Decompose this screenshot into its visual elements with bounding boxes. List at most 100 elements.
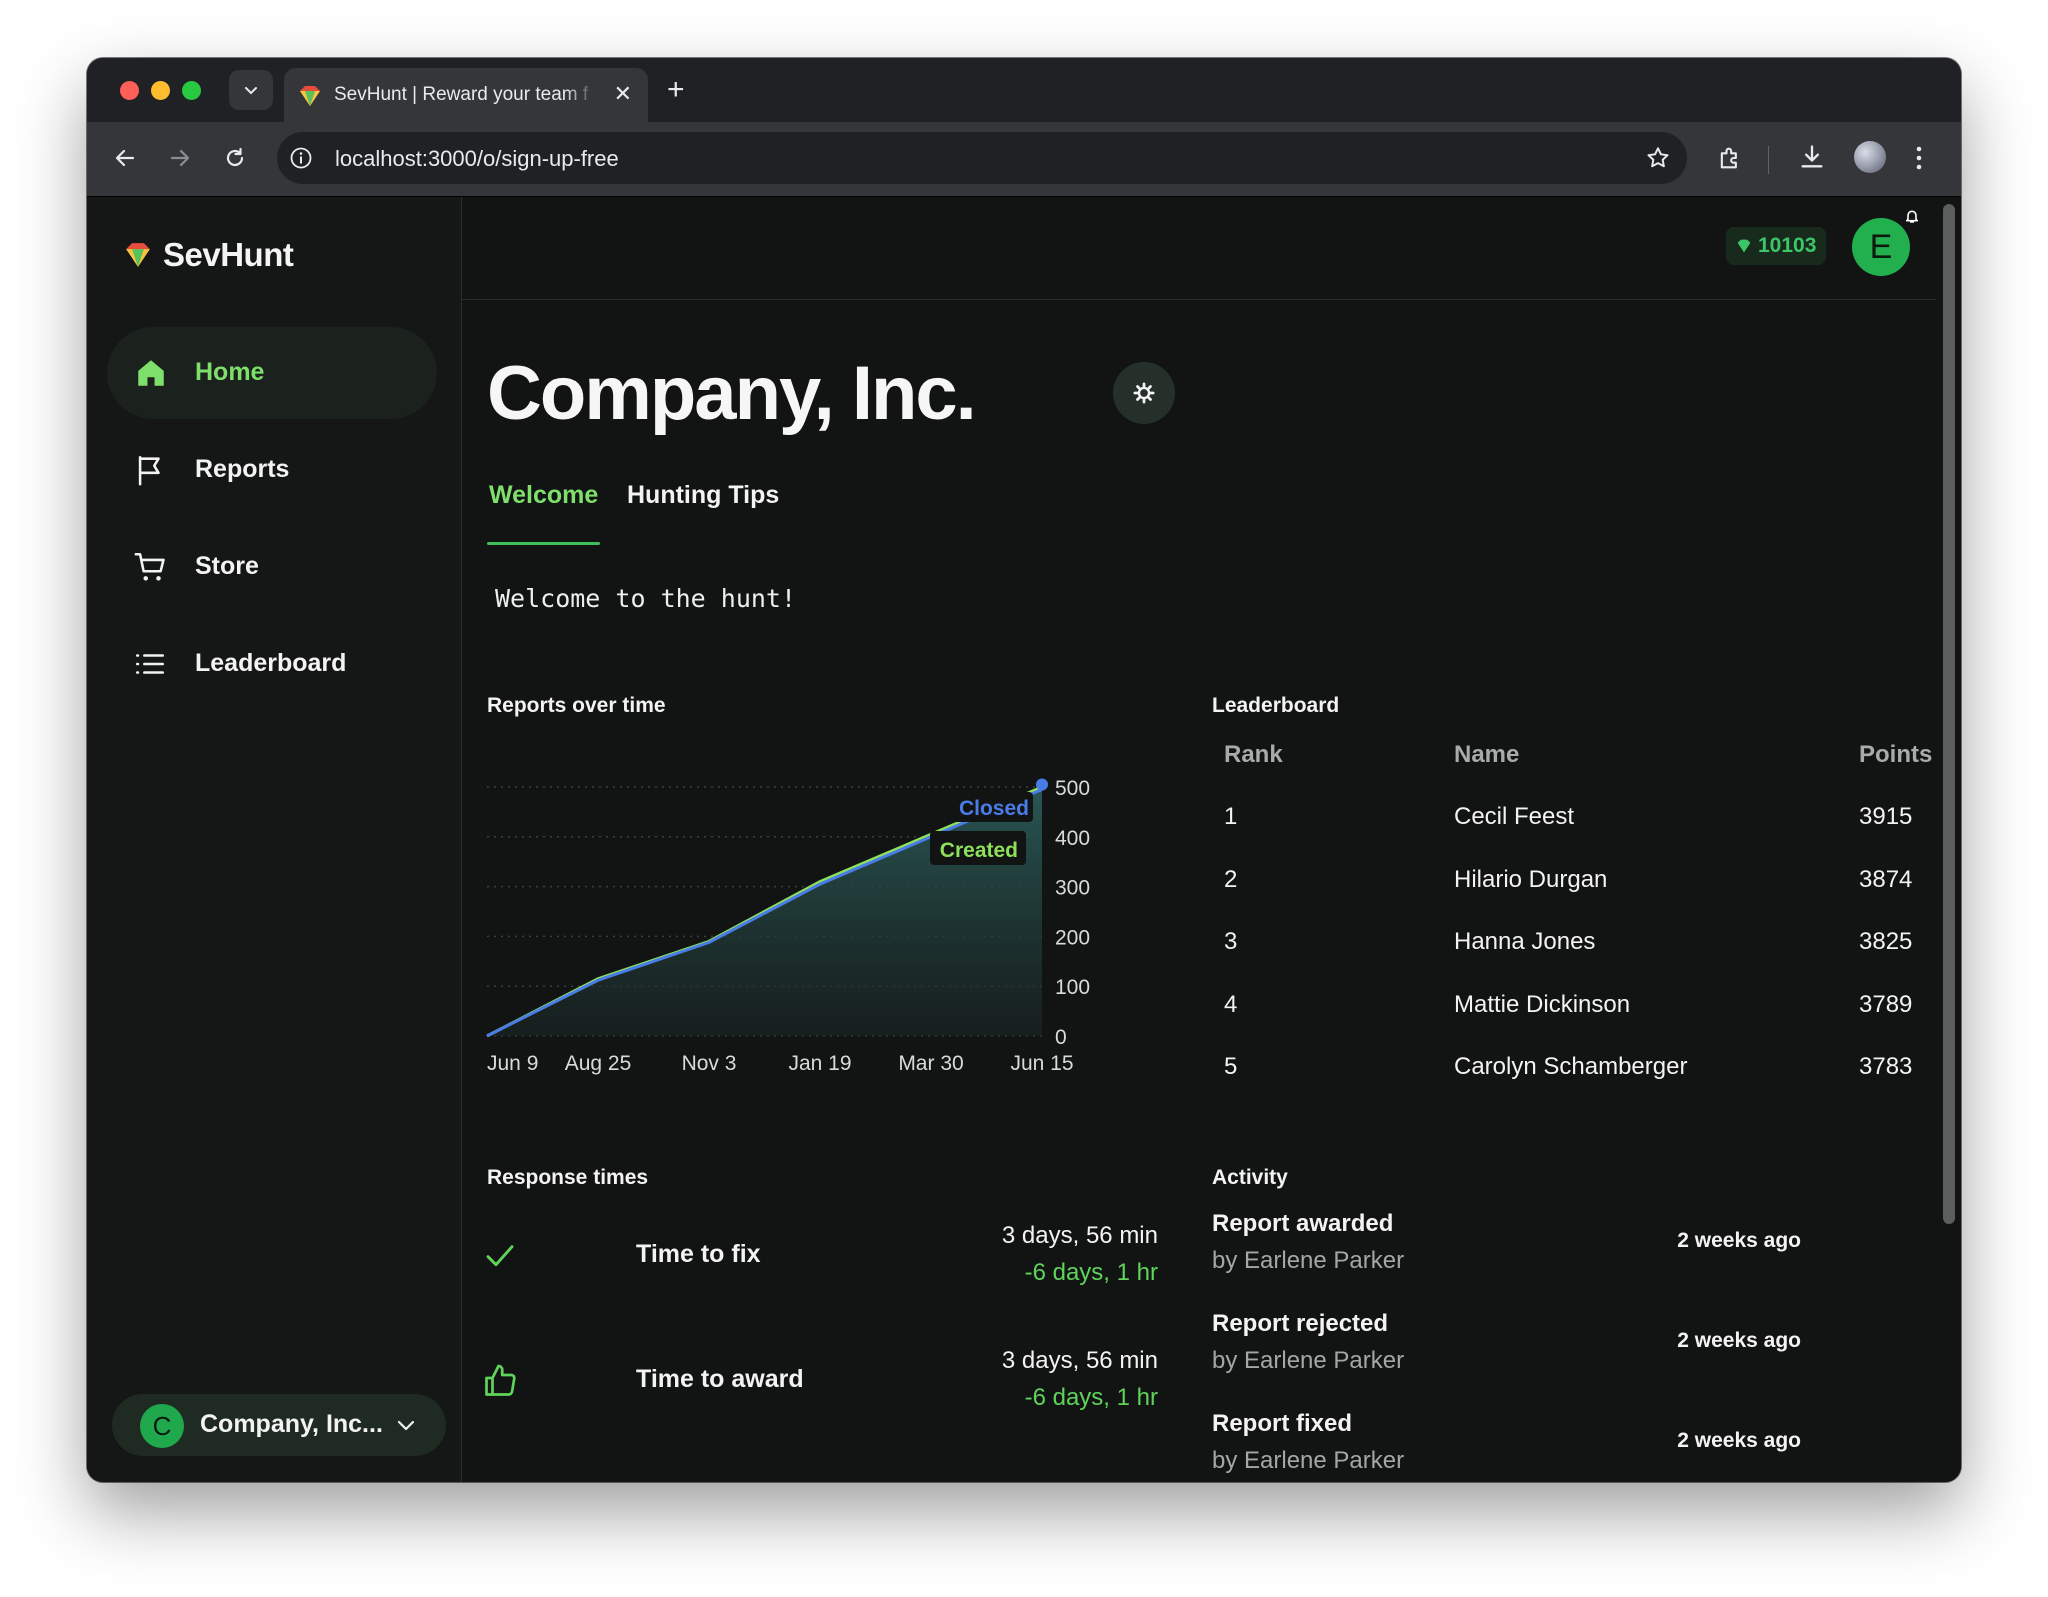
activity-item-title: Report rejected: [1212, 1310, 1389, 1337]
leaderboard-points: 3825: [1859, 928, 1913, 955]
profile-avatar[interactable]: [1854, 141, 1886, 173]
leaderboard-name: Hanna Jones: [1454, 928, 1596, 955]
series-end-point: [1036, 778, 1048, 791]
back-arrow-icon[interactable]: [113, 146, 137, 170]
sidebar-item-store[interactable]: Store: [107, 521, 437, 613]
check-icon: [486, 1245, 514, 1267]
x-tick-label: Aug 25: [565, 1052, 632, 1075]
forward-arrow-icon[interactable]: [168, 146, 192, 170]
browser-tabstrip: SevHunt | Reward your team f ✕ +: [87, 58, 1961, 122]
brand-logo[interactable]: SevHunt: [123, 236, 294, 274]
activity-item-time: 2 weeks ago: [1677, 1429, 1801, 1452]
leaderboard-name: Mattie Dickinson: [1454, 991, 1631, 1018]
leaderboard-rank: 3: [1224, 928, 1238, 955]
x-tick-label: Mar 30: [898, 1052, 963, 1075]
response-time-value: 3 days, 56 min: [1001, 1347, 1158, 1374]
flag-icon: [138, 455, 160, 486]
sidebar-item-label: Store: [195, 552, 259, 580]
org-switcher[interactable]: C Company, Inc...: [112, 1394, 446, 1456]
browser-tab[interactable]: SevHunt | Reward your team f ✕: [284, 68, 648, 122]
more-menu-icon[interactable]: [1915, 145, 1923, 171]
sidebar-item-home[interactable]: Home: [107, 327, 437, 419]
scrollbar-thumb[interactable]: [1943, 204, 1955, 1224]
sidebar-item-reports[interactable]: Reports: [107, 424, 437, 516]
maximize-window-button[interactable]: [182, 81, 201, 100]
leaderboard-points: 3783: [1859, 1053, 1913, 1080]
series-label-closed: Closed: [959, 797, 1029, 820]
address-bar[interactable]: localhost:3000/o/sign-up-free: [277, 132, 1687, 184]
response-time-delta: -6 days, 1 hr: [1024, 1259, 1158, 1286]
x-tick-label: Jan 19: [788, 1052, 851, 1075]
reload-icon[interactable]: [223, 146, 247, 170]
org-avatar: C: [140, 1404, 184, 1448]
activity-item-author: by Earlene Parker: [1212, 1347, 1405, 1374]
activity-item-time: 2 weeks ago: [1677, 1229, 1801, 1252]
y-tick-label: 400: [1055, 827, 1090, 850]
browser-window: SevHunt | Reward your team f ✕ + localho…: [87, 58, 1961, 1482]
gear-icon: [1133, 382, 1155, 404]
site-info-icon[interactable]: [289, 146, 313, 170]
leaderboard-header-name: Name: [1454, 741, 1520, 768]
minimize-window-button[interactable]: [151, 81, 170, 100]
home-icon: [138, 360, 164, 386]
bookmark-star-icon[interactable]: [1645, 145, 1671, 171]
new-tab-icon[interactable]: +: [667, 75, 685, 105]
y-tick-label: 300: [1055, 877, 1090, 900]
url-text[interactable]: localhost:3000/o/sign-up-free: [335, 146, 619, 172]
x-tick-label: Nov 3: [682, 1052, 737, 1075]
leaderboard-points: 3915: [1859, 803, 1913, 830]
activity-item-time: 2 weeks ago: [1677, 1329, 1801, 1352]
chevron-down-icon: [245, 87, 257, 95]
sidebar-item-label: Home: [195, 358, 265, 386]
activity-title: Activity: [1212, 1166, 1288, 1189]
y-tick-label: 200: [1055, 926, 1090, 949]
series-label-created: Created: [940, 839, 1018, 862]
activity-item-author: by Earlene Parker: [1212, 1447, 1405, 1474]
response-time-value: 3 days, 56 min: [1001, 1222, 1158, 1249]
download-icon[interactable]: [1798, 143, 1826, 171]
main-content: Company, Inc. Welcome Hunting Tips Welco…: [462, 197, 1936, 1482]
leaderboard-name: Carolyn Schamberger: [1454, 1053, 1688, 1080]
tab-welcome[interactable]: Welcome: [489, 481, 598, 510]
y-tick-label: 500: [1055, 777, 1090, 800]
welcome-message: Welcome to the hunt!: [495, 584, 797, 613]
leaderboard-points: 3874: [1859, 866, 1913, 893]
tab-search-button[interactable]: [229, 70, 273, 110]
chevron-down-icon: [397, 1420, 415, 1431]
close-window-button[interactable]: [120, 81, 139, 100]
tab-hunting-tips[interactable]: Hunting Tips: [627, 481, 779, 510]
response-times-title: Response times: [487, 1166, 649, 1189]
sidebar-item-label: Reports: [195, 455, 290, 483]
leaderboard-rank: 4: [1224, 991, 1238, 1018]
leaderboard-rank: 2: [1224, 866, 1238, 893]
close-tab-icon[interactable]: ✕: [614, 83, 632, 105]
browser-toolbar: localhost:3000/o/sign-up-free: [87, 122, 1961, 197]
x-tick-label: Jun 9: [487, 1052, 538, 1075]
activity-item-author: by Earlene Parker: [1212, 1247, 1405, 1274]
response-time-label: Time to award: [636, 1365, 804, 1393]
extensions-puzzle-icon[interactable]: [1716, 144, 1744, 172]
leaderboard-header-rank: Rank: [1224, 741, 1283, 768]
brand-name: SevHunt: [163, 236, 294, 273]
app-page: SevHunt Home Reports Store Leaderboard C…: [87, 197, 1961, 1482]
tab-title: SevHunt | Reward your team f: [334, 84, 589, 105]
org-settings-button[interactable]: [1113, 362, 1175, 424]
sevhunt-gem-icon: [126, 243, 150, 267]
activity-item-title: Report awarded: [1212, 1210, 1394, 1237]
sidebar-item-leaderboard[interactable]: Leaderboard: [107, 618, 437, 710]
active-tab-indicator: [487, 542, 600, 545]
leaderboard-rank: 1: [1224, 803, 1238, 830]
leaderboard-points: 3789: [1859, 991, 1913, 1018]
leaderboard-name: Hilario Durgan: [1454, 866, 1608, 893]
leaderboard-title: Leaderboard: [1212, 694, 1340, 717]
thumbs-up-icon: [485, 1364, 516, 1396]
response-time-delta: -6 days, 1 hr: [1024, 1384, 1158, 1411]
reports-chart[interactable]: 0 100 200 300 400 500 Jun 9 Aug 25 Nov 3 Jan 19 Ma…: [462, 697, 1122, 1107]
list-icon: [135, 654, 165, 674]
org-name: Company, Inc...: [200, 1410, 383, 1438]
toolbar-separator: [1768, 146, 1769, 174]
y-tick-label: 0: [1055, 1026, 1067, 1049]
leaderboard-rank: 5: [1224, 1053, 1238, 1080]
activity-item-title: Report fixed: [1212, 1410, 1353, 1437]
x-tick-label: Jun 15: [1010, 1052, 1073, 1075]
